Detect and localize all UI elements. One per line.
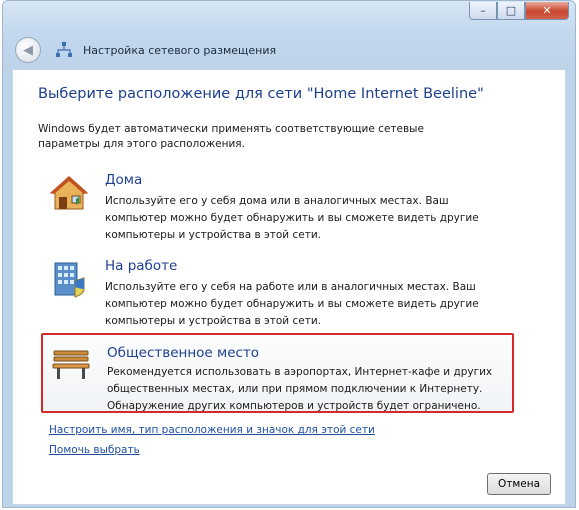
option-public-description: Рекомендуется использовать в аэропортах,… bbox=[107, 366, 493, 412]
window-title: Настройка сетевого размещения bbox=[83, 43, 277, 57]
customize-network-link[interactable]: Настроить имя, тип расположения и значок… bbox=[49, 424, 375, 436]
content-panel: Выберите расположение для сети "Home Int… bbox=[12, 69, 566, 505]
navigation-bar: ◀ Настройка сетевого размещения bbox=[15, 37, 276, 63]
help-choose-link[interactable]: Помочь выбрать bbox=[49, 444, 140, 456]
office-building-icon bbox=[54, 262, 85, 298]
maximize-button[interactable]: □ bbox=[497, 2, 525, 20]
option-public[interactable]: Общественное место Рекомендуется использ… bbox=[41, 333, 514, 413]
dialog-window: – □ ✕ ◀ Настройка сетевого размещения Вы… bbox=[2, 0, 576, 508]
option-home-title: Дома bbox=[105, 172, 143, 188]
cancel-button[interactable]: Отмена bbox=[487, 473, 551, 495]
house-icon bbox=[49, 176, 89, 210]
page-heading: Выберите расположение для сети "Home Int… bbox=[38, 86, 484, 102]
option-home[interactable]: Дома Используйте его у себя дома или в а… bbox=[41, 169, 521, 247]
minimize-button[interactable]: – bbox=[469, 2, 497, 20]
back-arrow-icon: ◀ bbox=[23, 42, 33, 58]
option-work-description: Используйте его у себя на работе или в а… bbox=[105, 281, 479, 327]
option-work-title: На работе bbox=[105, 258, 178, 274]
intro-text: Windows будет автоматически применять со… bbox=[38, 123, 424, 150]
back-button[interactable]: ◀ bbox=[15, 37, 41, 63]
option-public-title: Общественное место bbox=[107, 345, 260, 361]
titlebar-controls: – □ ✕ bbox=[469, 2, 569, 20]
close-button[interactable]: ✕ bbox=[525, 2, 569, 20]
option-home-description: Используйте его у себя дома или в аналог… bbox=[105, 195, 479, 241]
option-work[interactable]: На работе Используйте его у себя на рабо… bbox=[41, 255, 521, 333]
park-bench-icon bbox=[52, 350, 90, 379]
network-icon bbox=[56, 42, 72, 57]
